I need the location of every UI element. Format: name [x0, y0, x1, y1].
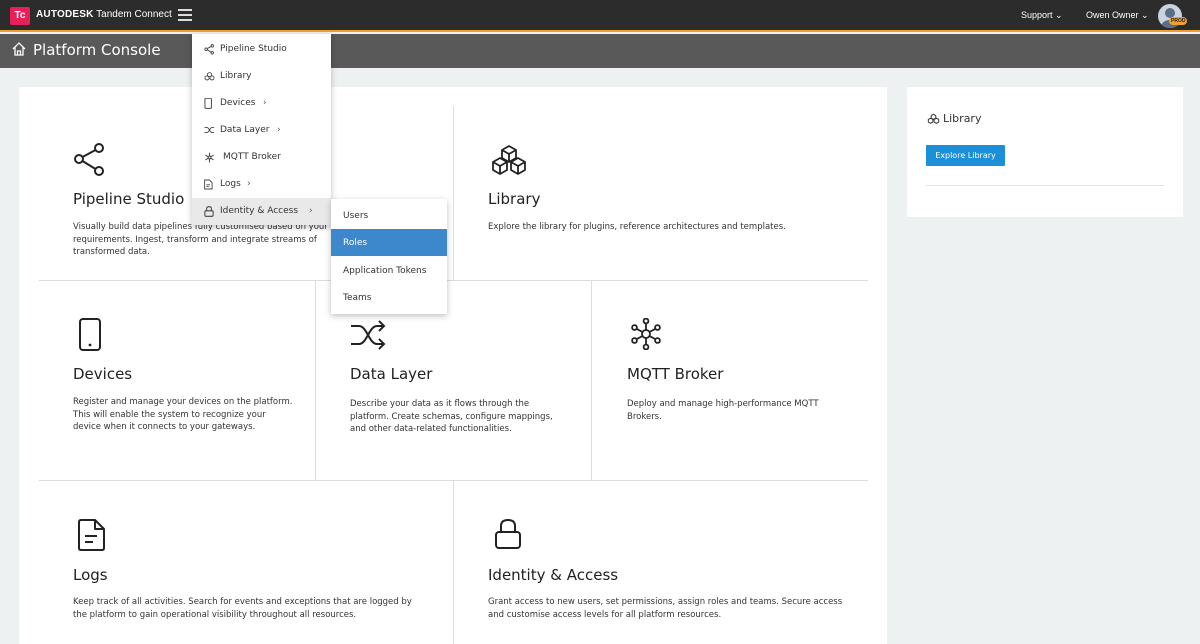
identity-access-submenu: Users Roles Application Tokens Teams	[331, 199, 447, 314]
document-icon	[78, 519, 105, 551]
chevron-right-icon: ›	[247, 179, 251, 189]
menu-item-label: MQTT Broker	[223, 152, 281, 162]
chevron-down-icon: ⌄	[1141, 10, 1149, 20]
brand-name[interactable]: AUTODESK Tandem Connect	[36, 9, 172, 20]
page-header	[0, 34, 1200, 68]
tile-description: Visually build data pipelines fully cust…	[73, 222, 328, 257]
menu-item-label: Pipeline Studio	[220, 44, 287, 54]
phone-icon	[79, 318, 101, 351]
divider	[926, 185, 1164, 186]
tandem-logo[interactable]: Tc	[10, 7, 30, 25]
brand-autodesk: AUTODESK	[36, 9, 94, 20]
chevron-right-icon: ›	[263, 98, 267, 108]
tile-description: Grant access to new users, set permissio…	[488, 597, 843, 620]
user-name: Owen Owner	[1086, 10, 1139, 20]
tile-description: Register and manage your devices on the …	[73, 397, 293, 432]
hub-icon	[631, 318, 661, 350]
lock-icon	[204, 206, 214, 217]
submenu-item-label: Roles	[343, 238, 368, 248]
tile-description: Deploy and manage high-performance MQTT …	[627, 399, 819, 422]
tile-description: Explore the library for plugins, referen…	[488, 222, 786, 232]
top-bar: Tc AUTODESK Tandem Connect Support ⌄ Owe…	[0, 0, 1200, 32]
tile-description: Describe your data as it flows through t…	[350, 399, 553, 434]
menu-item-label: Library	[220, 71, 252, 81]
cubes-icon	[204, 71, 215, 81]
submenu-item-label: Teams	[343, 293, 372, 303]
grid-divider	[453, 481, 454, 644]
grid-divider	[591, 281, 592, 481]
menu-item-library[interactable]: Library	[192, 63, 331, 90]
menu-item-devices[interactable]: Devices ›	[192, 90, 331, 117]
submenu-item-users[interactable]: Users	[331, 202, 447, 229]
menu-item-label: Identity & Access	[220, 206, 299, 216]
menu-item-label: Logs	[220, 179, 241, 189]
document-icon	[204, 179, 213, 190]
chevron-right-icon: ›	[277, 125, 281, 135]
submenu-item-roles[interactable]: Roles	[331, 229, 447, 256]
menu-item-label: Data Layer	[220, 125, 270, 135]
tile-title: Devices	[73, 365, 133, 383]
brand-product: Tandem Connect	[96, 9, 172, 20]
menu-item-pipeline-studio[interactable]: Pipeline Studio	[192, 36, 331, 63]
support-menu[interactable]: Support ⌄	[1021, 10, 1063, 21]
menu-item-mqtt-broker[interactable]: MQTT Broker	[192, 144, 331, 171]
share-icon	[74, 143, 104, 176]
hamburger-menu-icon[interactable]	[178, 9, 192, 21]
lock-icon	[495, 518, 521, 549]
environment-badge: PROD	[1169, 17, 1188, 25]
side-card-title: Library	[943, 112, 982, 125]
grid-divider	[315, 281, 316, 481]
grid-divider	[453, 106, 454, 281]
home-icon[interactable]	[11, 41, 27, 57]
explore-library-button[interactable]: Explore Library	[926, 145, 1005, 166]
tile-title: Identity & Access	[488, 566, 619, 584]
page-title: Platform Console	[33, 41, 161, 59]
menu-item-data-layer[interactable]: Data Layer ›	[192, 117, 331, 144]
grid-divider	[39, 280, 868, 281]
submenu-item-application-tokens[interactable]: Application Tokens	[331, 257, 447, 284]
support-label: Support	[1021, 10, 1053, 20]
tile-title: MQTT Broker	[627, 365, 724, 383]
phone-icon	[204, 98, 212, 109]
share-icon	[204, 44, 214, 55]
tile-title: Library	[488, 190, 541, 208]
tile-title: Pipeline Studio	[73, 190, 185, 208]
tile-title: Data Layer	[350, 365, 433, 383]
submenu-item-teams[interactable]: Teams	[331, 284, 447, 311]
chevron-down-icon: ⌄	[1055, 10, 1063, 20]
chevron-right-icon: ›	[309, 206, 313, 216]
cubes-icon	[492, 145, 526, 175]
hub-icon	[205, 152, 214, 163]
shuffle-icon	[204, 126, 215, 134]
menu-item-label: Devices	[220, 98, 256, 108]
user-menu[interactable]: Owen Owner ⌄	[1086, 10, 1149, 21]
shuffle-icon	[351, 320, 386, 350]
tile-description: Keep track of all activities. Search for…	[73, 597, 412, 620]
tile-title: Logs	[73, 566, 108, 584]
cubes-icon	[927, 113, 940, 124]
submenu-item-label: Application Tokens	[343, 266, 427, 276]
submenu-item-label: Users	[343, 211, 369, 221]
navigation-menu: Pipeline Studio Library Devices › Data L…	[192, 34, 331, 225]
menu-item-logs[interactable]: Logs ›	[192, 171, 331, 198]
menu-item-identity-access[interactable]: Identity & Access ›	[192, 198, 331, 225]
